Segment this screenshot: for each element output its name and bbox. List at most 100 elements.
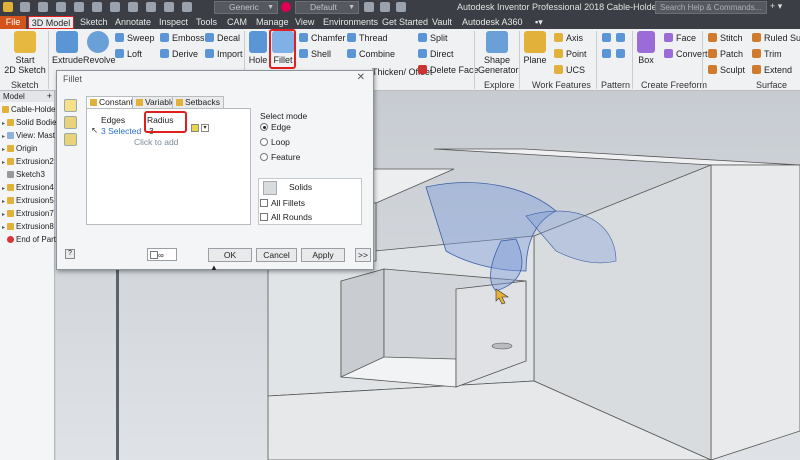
start-2d-sketch-button[interactable]: Start 2D Sketch	[4, 31, 46, 75]
preview-toggle[interactable]: ∞	[147, 248, 177, 261]
browser-item[interactable]: ▸ Origin	[2, 144, 37, 153]
tab-sketch[interactable]: Sketch	[80, 16, 108, 29]
decal-button[interactable]: Decal	[205, 33, 240, 43]
new-icon[interactable]	[20, 2, 30, 12]
rectangular-pattern-button[interactable]	[602, 33, 614, 43]
mode-feature[interactable]: Feature	[260, 152, 300, 162]
open-icon[interactable]	[38, 2, 48, 12]
tab-cam[interactable]: CAM	[227, 16, 247, 29]
loft-button[interactable]: Loft	[115, 49, 142, 59]
browser-item[interactable]: ▸ Extrusion4	[2, 183, 54, 192]
browser-item[interactable]: Sketch3	[2, 170, 45, 179]
tab-annotate[interactable]: Annotate	[115, 16, 151, 29]
tab-manage[interactable]: Manage	[256, 16, 289, 29]
point-button[interactable]: Point	[554, 49, 587, 59]
browser-item[interactable]: ▸ Extrusion8	[2, 222, 54, 231]
face-fillet-icon[interactable]	[64, 116, 77, 129]
redo-icon[interactable]	[92, 2, 102, 12]
derive-button[interactable]: Derive	[160, 49, 198, 59]
add-tab-icon[interactable]: +	[47, 91, 52, 102]
ruled-surface-button[interactable]: Ruled Surfa	[752, 33, 800, 43]
style-combo[interactable]: Generic ▼	[214, 1, 278, 14]
update-icon[interactable]	[128, 2, 138, 12]
mode-edge[interactable]: Edge	[260, 122, 291, 132]
tab-constant[interactable]: Constant	[86, 96, 138, 108]
save-icon[interactable]	[56, 2, 66, 12]
shell-button[interactable]: Shell	[299, 49, 331, 59]
browser-item[interactable]: ▸ View: Mast	[2, 131, 55, 140]
mode-loop[interactable]: Loop	[260, 137, 290, 147]
search-input[interactable]: Search Help & Commands...	[655, 1, 767, 14]
delete-face-button[interactable]: Delete Face	[418, 65, 479, 75]
mirror-button[interactable]	[602, 49, 614, 59]
box-button[interactable]: Box	[636, 31, 656, 65]
full-round-fillet-icon[interactable]	[64, 133, 77, 146]
chevron-down-icon[interactable]: ▾	[201, 124, 209, 132]
tab-file[interactable]: File	[0, 16, 26, 29]
ucs-button[interactable]: UCS	[554, 65, 585, 75]
more-button[interactable]: >>	[355, 248, 371, 262]
solids-select-icon[interactable]	[263, 181, 277, 195]
material-icon[interactable]	[182, 2, 192, 12]
browser-tab-model[interactable]: Model	[3, 92, 25, 101]
apply-button[interactable]: Apply	[301, 248, 345, 262]
revolve-button[interactable]: Revolve	[83, 31, 116, 65]
tab-environments[interactable]: Environments	[323, 16, 378, 29]
emboss-button[interactable]: Emboss	[160, 33, 205, 43]
undo-icon[interactable]	[74, 2, 84, 12]
tab-vault[interactable]: Vault	[432, 16, 452, 29]
tab-inspect[interactable]: Inspect	[159, 16, 188, 29]
video-icon[interactable]: ▪▾	[535, 16, 543, 29]
browser-item[interactable]: End of Part	[2, 235, 56, 244]
help-icon[interactable]: ?	[65, 249, 75, 259]
params-icon[interactable]	[396, 2, 406, 12]
browser-item[interactable]: ▸ Extrusion2	[2, 157, 54, 166]
split-button[interactable]: Split	[418, 33, 448, 43]
tab-tools[interactable]: Tools	[196, 16, 217, 29]
stitch-button[interactable]: Stitch	[708, 33, 743, 43]
direct-button[interactable]: Direct	[418, 49, 454, 59]
browser-item[interactable]: ▸ Solid Bodie	[2, 118, 56, 127]
click-to-add[interactable]: Click to add	[134, 137, 178, 147]
extend-button[interactable]: Extend	[752, 65, 792, 75]
circular-pattern-button[interactable]	[616, 33, 628, 43]
trim-button[interactable]: Trim	[752, 49, 782, 59]
clear-override-icon[interactable]	[364, 2, 374, 12]
browser-item[interactable]: ▸ Extrusion7	[2, 209, 54, 218]
select-edges-icon[interactable]	[191, 124, 199, 132]
edges-selection[interactable]: 3 Selected	[101, 126, 141, 136]
all-rounds-checkbox[interactable]: All Rounds	[260, 212, 312, 222]
fx-icon[interactable]	[380, 2, 390, 12]
hole-button[interactable]: Hole	[247, 31, 269, 65]
import-button[interactable]: Import	[205, 49, 243, 59]
browser-item-root[interactable]: Cable-Holder	[2, 105, 58, 114]
browser-item[interactable]: ▸ Extrusion5	[2, 196, 54, 205]
thread-button[interactable]: Thread	[347, 33, 388, 43]
sketch-pattern-button[interactable]	[616, 49, 628, 59]
ok-button[interactable]: OK	[208, 248, 252, 262]
plane-button[interactable]: Plane	[522, 31, 548, 65]
cancel-button[interactable]: Cancel	[256, 248, 297, 262]
select-icon[interactable]	[146, 2, 156, 12]
tab-get-started[interactable]: Get Started	[382, 16, 428, 29]
tab-3d-model[interactable]: 3D Model	[28, 16, 74, 29]
app-menu-icon[interactable]	[3, 2, 13, 12]
close-icon[interactable]: ✕	[357, 72, 365, 83]
chamfer-button[interactable]: Chamfer	[299, 33, 346, 43]
convert-button[interactable]: Convert	[664, 49, 708, 59]
tab-setbacks[interactable]: Setbacks	[172, 96, 224, 108]
edge-fillet-icon[interactable]	[64, 99, 77, 112]
home-icon[interactable]	[110, 2, 120, 12]
tab-autodesk-a360[interactable]: Autodesk A360	[462, 16, 523, 29]
appearance-combo[interactable]: Default ▼	[295, 1, 359, 14]
tab-view[interactable]: View	[295, 16, 314, 29]
appearance-icon[interactable]	[281, 2, 291, 12]
sweep-button[interactable]: Sweep	[115, 33, 155, 43]
measure-icon[interactable]	[164, 2, 174, 12]
sculpt-button[interactable]: Sculpt	[708, 65, 745, 75]
combine-button[interactable]: Combine	[347, 49, 395, 59]
patch-button[interactable]: Patch	[708, 49, 743, 59]
all-fillets-checkbox[interactable]: All Fillets	[260, 198, 305, 208]
extrude-button[interactable]: Extrude	[52, 31, 83, 65]
face-button[interactable]: Face	[664, 33, 696, 43]
